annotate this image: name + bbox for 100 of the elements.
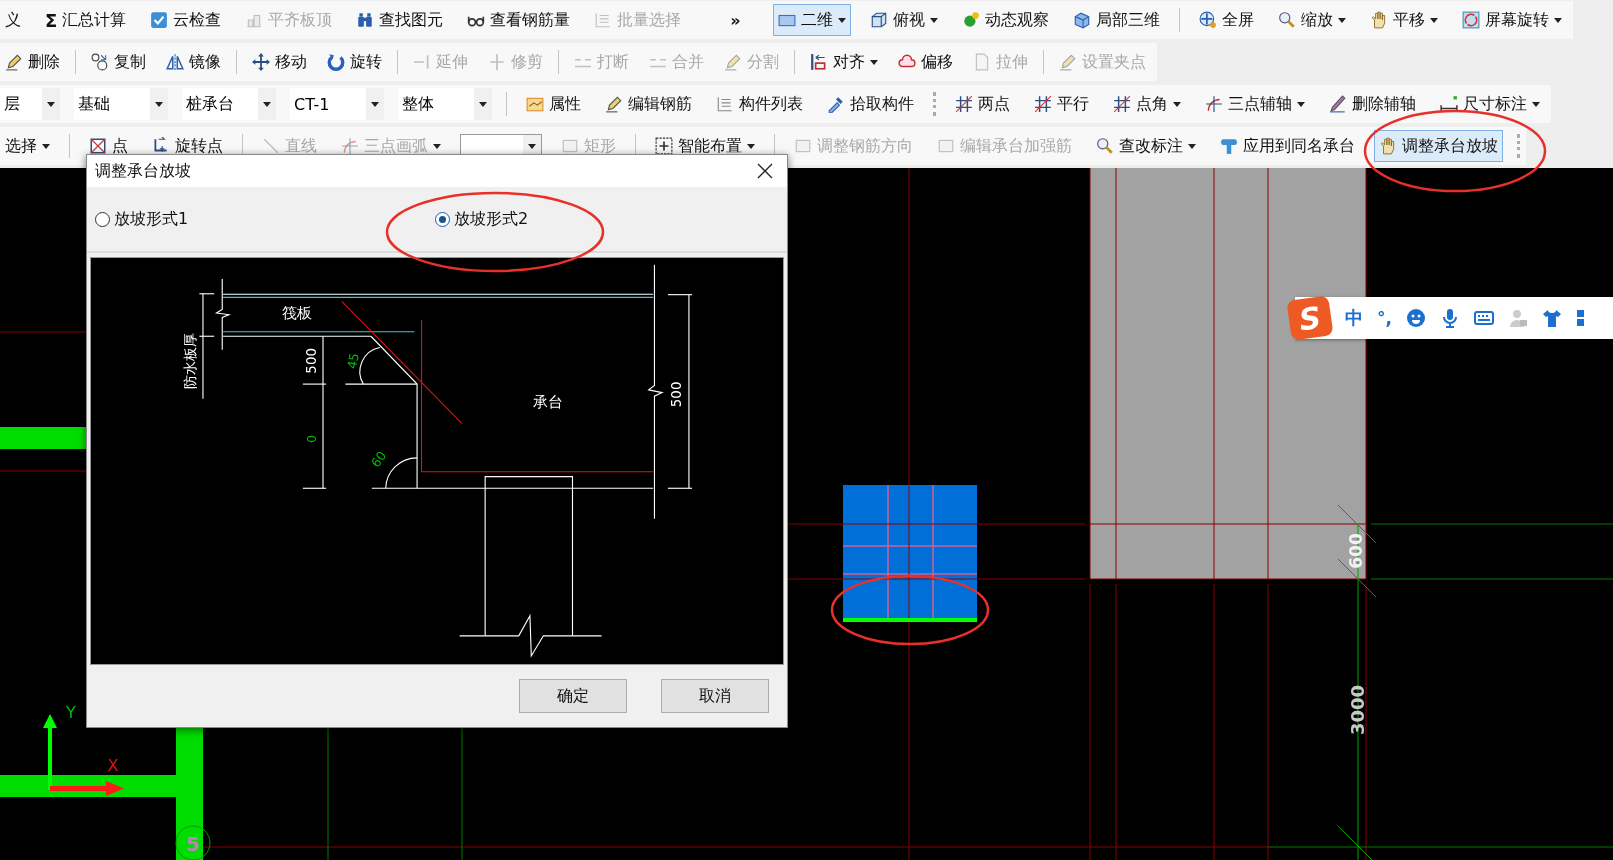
dropdown-button[interactable]: 俯视 bbox=[864, 4, 943, 36]
page-icon bbox=[973, 53, 991, 71]
angle-label: 60 bbox=[367, 448, 390, 471]
dropdown-button[interactable]: 二维 bbox=[772, 4, 851, 36]
dotted-square-icon bbox=[655, 137, 673, 155]
dropdown-field[interactable]: 整体 bbox=[398, 88, 492, 120]
arc-icon bbox=[341, 137, 359, 155]
caret-icon bbox=[837, 17, 846, 23]
toolbar-button[interactable]: 旋转 bbox=[322, 46, 387, 78]
close-icon[interactable] bbox=[757, 163, 773, 179]
caret-icon bbox=[1297, 101, 1305, 107]
folder-icon bbox=[526, 95, 544, 113]
caret-icon bbox=[433, 143, 441, 149]
dropdown-button[interactable]: 智能布置 bbox=[650, 130, 760, 162]
toolbar-button[interactable]: 属性 bbox=[521, 88, 586, 120]
magnifier-icon bbox=[1277, 11, 1296, 29]
toolbar-button[interactable]: 查找图元 bbox=[351, 4, 449, 36]
pencil-icon bbox=[724, 53, 742, 71]
dimension-label: 3000 bbox=[1346, 684, 1368, 736]
toolbar-button[interactable]: 旋转点 bbox=[147, 130, 228, 162]
radio-button[interactable] bbox=[95, 211, 110, 227]
dropdown-field[interactable]: 层 bbox=[0, 88, 60, 120]
grid-line-icon bbox=[1113, 95, 1131, 113]
toolbar-button[interactable]: 义 bbox=[0, 4, 26, 36]
binoculars-icon bbox=[356, 11, 375, 29]
axis-label: X bbox=[107, 755, 119, 775]
keyboard-icon[interactable] bbox=[1473, 308, 1494, 328]
toolbar-button[interactable]: 全屏 bbox=[1193, 4, 1259, 36]
toolbar-button[interactable]: 点 bbox=[84, 130, 133, 162]
dialog-button[interactable]: 取消 bbox=[661, 679, 769, 713]
move-icon bbox=[252, 53, 270, 71]
dropdown-field[interactable]: CT-1 bbox=[290, 88, 384, 120]
dropdown-button[interactable]: 选择 bbox=[0, 130, 55, 162]
ime-punctuation-button[interactable]: °, bbox=[1377, 308, 1392, 328]
list-icon bbox=[716, 95, 734, 113]
caret-icon bbox=[929, 17, 938, 23]
dropdown-button[interactable]: 尺寸标注 bbox=[1435, 88, 1545, 120]
toolbar-button[interactable]: 移动 bbox=[247, 46, 312, 78]
toolbar-button[interactable]: 编辑钢筋 bbox=[600, 88, 697, 120]
diagram-label: 承台 bbox=[532, 393, 563, 412]
dropdown-field[interactable]: 基础 bbox=[74, 88, 168, 120]
toolbar-button[interactable]: 偏移 bbox=[893, 46, 958, 78]
dimension-label: 500 bbox=[303, 348, 319, 374]
toolbar-button[interactable]: 平行 bbox=[1029, 88, 1094, 120]
dialog-button[interactable]: 确定 bbox=[519, 679, 627, 713]
pin-icon bbox=[1220, 137, 1238, 155]
radio-button[interactable] bbox=[435, 211, 450, 227]
dimension-label: 0 bbox=[303, 435, 319, 444]
radio-label[interactable]: 放坡形式2 bbox=[454, 208, 529, 230]
dropdown-button[interactable]: 对齐 bbox=[805, 46, 883, 78]
toolbar-button[interactable]: 删除 bbox=[0, 46, 65, 78]
caret-icon bbox=[263, 101, 271, 107]
toolbar-button[interactable]: 查看钢筋量 bbox=[462, 4, 576, 36]
toolbar-button[interactable]: 拾取构件 bbox=[822, 88, 919, 120]
caret-icon bbox=[1429, 17, 1438, 23]
magnifier-icon bbox=[1096, 137, 1114, 155]
toolbar-button[interactable]: 复制 bbox=[86, 46, 151, 78]
grip-handle[interactable] bbox=[933, 92, 936, 116]
dropdown-button[interactable]: 平移 bbox=[1364, 4, 1443, 36]
toolbar-button[interactable]: 镜像 bbox=[161, 46, 226, 78]
dropdown-button[interactable]: 屏幕旋转 bbox=[1456, 4, 1567, 36]
radio-label[interactable]: 放坡形式1 bbox=[114, 208, 189, 230]
overflow-button[interactable]: » bbox=[700, 10, 759, 30]
dialog-title: 调整承台放坡 bbox=[95, 160, 191, 182]
toolbar-button[interactable]: 动态观察 bbox=[956, 4, 1054, 36]
rotate-point-icon bbox=[152, 137, 170, 155]
toolbar-button[interactable]: 调整承台放坡 bbox=[1374, 130, 1503, 162]
dropper-icon bbox=[827, 95, 845, 113]
diagram-label: 防水板厚 bbox=[182, 332, 199, 389]
grid-line-icon bbox=[1034, 95, 1052, 113]
toolbar-button[interactable]: Σ 汇总计算 bbox=[40, 4, 132, 36]
caret-icon bbox=[1553, 17, 1562, 23]
grid-line-icon bbox=[955, 95, 973, 113]
dropdown-button[interactable]: 缩放 bbox=[1272, 4, 1351, 36]
toolbar-button[interactable]: 两点 bbox=[950, 88, 1015, 120]
mirror-icon bbox=[166, 53, 184, 71]
toolbar-button[interactable]: 应用到同名承台 bbox=[1215, 130, 1360, 162]
toolbar-button[interactable]: 构件列表 bbox=[711, 88, 808, 120]
ime-mode-button[interactable]: 中 bbox=[1345, 306, 1363, 330]
arc-icon bbox=[1205, 95, 1223, 113]
smiley-icon[interactable] bbox=[1405, 308, 1426, 328]
hand-icon bbox=[1369, 11, 1388, 29]
circles-icon bbox=[91, 53, 109, 71]
dropdown-button[interactable]: 查改标注 bbox=[1091, 130, 1201, 162]
shirt-icon[interactable] bbox=[1541, 308, 1562, 328]
toolbar-button[interactable]: 删除辅轴 bbox=[1324, 88, 1421, 120]
grip-handle[interactable] bbox=[1517, 134, 1520, 158]
dropdown-field[interactable]: 桩承台 bbox=[182, 88, 276, 120]
rectangle-icon bbox=[937, 137, 955, 155]
toolbar-button[interactable]: 局部三维 bbox=[1067, 4, 1165, 36]
rotate-icon bbox=[327, 53, 345, 71]
dropdown-button[interactable]: 三点辅轴 bbox=[1200, 88, 1310, 120]
ball-icon bbox=[961, 11, 980, 29]
line-icon bbox=[262, 137, 280, 155]
dimension-icon bbox=[1440, 95, 1458, 113]
dropdown-button[interactable]: 点角 bbox=[1108, 88, 1186, 120]
hand-icon bbox=[1379, 137, 1397, 155]
crosshair-icon bbox=[1198, 11, 1217, 29]
extend-icon bbox=[413, 53, 431, 71]
toolbar-button[interactable]: 云检查 bbox=[145, 4, 227, 36]
